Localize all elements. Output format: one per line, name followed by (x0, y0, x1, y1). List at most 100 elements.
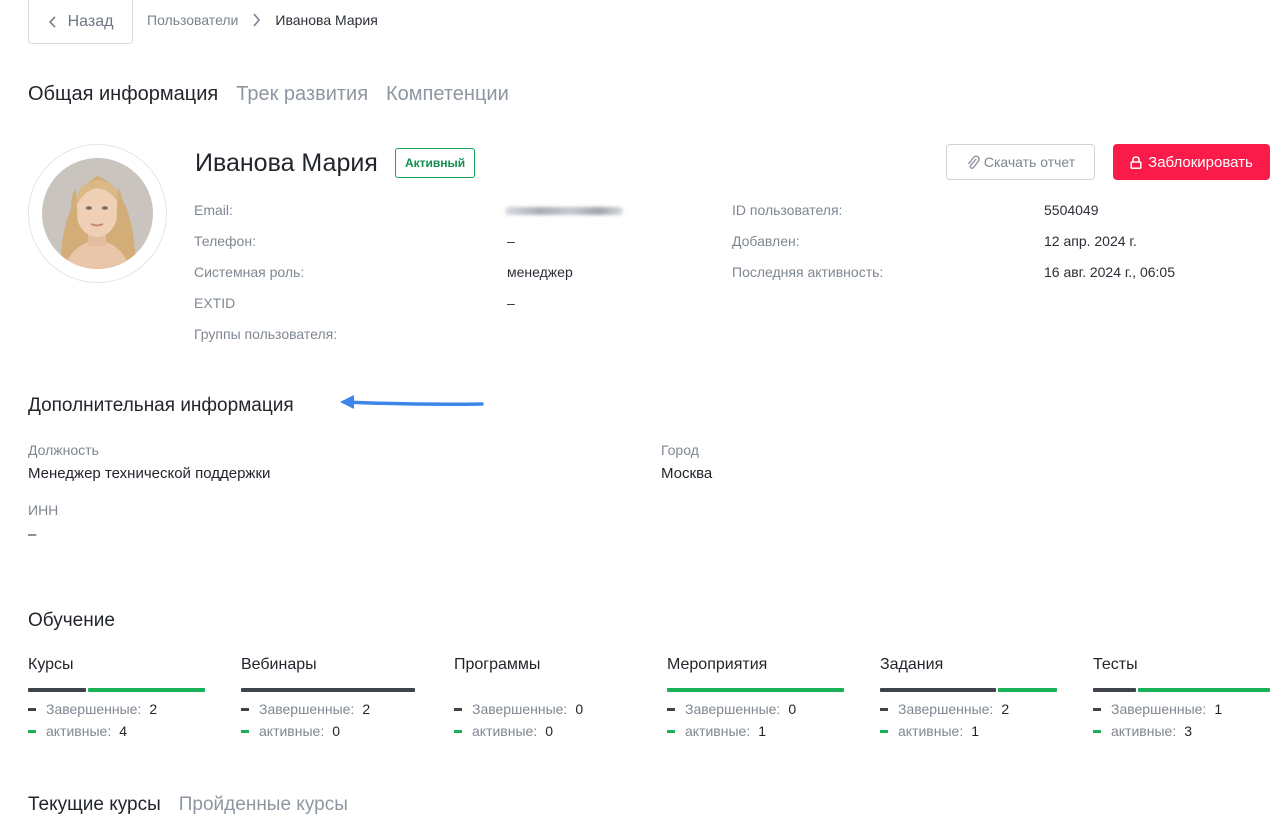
avatar-frame (28, 144, 167, 283)
stat-tests: Тесты Завершенные: 1 активные: 3 (1093, 656, 1271, 739)
tab-completed-courses[interactable]: Пройденные курсы (179, 794, 348, 816)
stat-title: Курсы (28, 656, 74, 673)
progress-bar (28, 688, 206, 692)
active-legend-marker (667, 729, 675, 733)
breadcrumb: Пользователи Иванова Мария (147, 12, 378, 28)
tab-general-info[interactable]: Общая информация (28, 83, 218, 106)
active-label: активные: (685, 723, 751, 739)
last-activity-label: Последняя активность: (732, 264, 884, 280)
profile-tabs: Общая информация Трек развития Компетенц… (28, 83, 509, 106)
stat-title: Мероприятия (667, 656, 768, 673)
back-button-label: Назад (67, 12, 114, 30)
completed-label: Завершенные: (1111, 701, 1207, 717)
lock-icon (1130, 155, 1142, 169)
system-role-label: Системная роль: (194, 264, 305, 280)
chevron-right-icon (252, 13, 261, 27)
chevron-left-icon (48, 15, 56, 28)
extid-label: EXTID (194, 295, 236, 311)
active-label: активные: (472, 723, 538, 739)
completed-label: Завершенные: (472, 701, 568, 717)
city-label: Город (661, 442, 699, 458)
block-user-label: Заблокировать (1148, 153, 1253, 171)
completed-count: 2 (362, 701, 371, 717)
inn-value: – (28, 526, 37, 543)
added-date-label: Добавлен: (732, 233, 800, 249)
tab-current-courses[interactable]: Текущие курсы (28, 794, 161, 816)
stat-title: Тесты (1093, 656, 1138, 673)
city-value: Москва (661, 465, 713, 482)
paperclip-icon (967, 155, 980, 169)
completed-label: Завершенные: (46, 701, 142, 717)
stat-assignments: Задания Завершенные: 2 активные: 1 (880, 656, 1058, 739)
download-report-button[interactable]: Скачать отчет (946, 144, 1095, 180)
completed-count: 1 (1214, 701, 1223, 717)
completed-legend-marker (241, 707, 249, 711)
active-label: активные: (1111, 723, 1177, 739)
course-tabs: Текущие курсы Пройденные курсы (28, 794, 348, 816)
active-count: 1 (758, 723, 767, 739)
progress-bar (880, 688, 1058, 692)
completed-count: 2 (149, 701, 158, 717)
last-activity-value: 16 авг. 2024 г., 06:05 (1044, 264, 1175, 280)
active-count: 3 (1184, 723, 1193, 739)
completed-legend-marker (1093, 707, 1101, 711)
stat-courses: Курсы Завершенные: 2 активные: 4 (28, 656, 206, 739)
user-name: Иванова Мария (195, 149, 378, 177)
completed-label: Завершенные: (898, 701, 994, 717)
breadcrumb-users-link[interactable]: Пользователи (147, 12, 238, 28)
stat-webinars: Вебинары Завершенные: 2 активные: 0 (241, 656, 419, 739)
active-legend-marker (880, 729, 888, 733)
completed-count: 0 (575, 701, 584, 717)
completed-label: Завершенные: (259, 701, 355, 717)
stat-title: Вебинары (241, 656, 317, 673)
active-count: 1 (971, 723, 980, 739)
stat-title: Задания (880, 656, 944, 673)
completed-legend-marker (880, 707, 888, 711)
completed-count: 0 (788, 701, 797, 717)
completed-label: Завершенные: (685, 701, 781, 717)
annotation-arrow-icon (340, 395, 484, 409)
added-date-value: 12 апр. 2024 г. (1044, 233, 1137, 249)
completed-legend-marker (28, 707, 36, 711)
extid-value: – (507, 295, 515, 311)
block-user-button[interactable]: Заблокировать (1113, 144, 1270, 180)
position-value: Менеджер технической поддержки (28, 465, 271, 482)
stat-events: Мероприятия Завершенные: 0 активные: 1 (667, 656, 845, 739)
active-count: 0 (545, 723, 554, 739)
learning-title: Обучение (28, 610, 115, 631)
active-count: 0 (332, 723, 341, 739)
download-report-label: Скачать отчет (983, 154, 1076, 170)
position-label: Должность (28, 442, 99, 458)
tab-development-track[interactable]: Трек развития (236, 83, 368, 106)
progress-bar (241, 688, 419, 692)
active-legend-marker (454, 729, 462, 733)
avatar (42, 158, 153, 269)
user-id-value: 5504049 (1044, 202, 1099, 218)
user-id-label: ID пользователя: (732, 202, 843, 218)
completed-legend-marker (454, 707, 462, 711)
active-legend-marker (28, 729, 36, 733)
progress-bar (667, 688, 845, 692)
tab-competencies[interactable]: Компетенции (386, 83, 509, 106)
system-role-value: менеджер (507, 264, 573, 280)
progress-bar (1093, 688, 1271, 692)
inn-label: ИНН (28, 502, 59, 518)
email-label: Email: (194, 202, 233, 218)
active-label: активные: (898, 723, 964, 739)
active-label: активные: (259, 723, 325, 739)
active-count: 4 (119, 723, 128, 739)
additional-info-title: Дополнительная информация (28, 395, 294, 416)
completed-legend-marker (667, 707, 675, 711)
completed-count: 2 (1001, 701, 1010, 717)
active-legend-marker (1093, 729, 1101, 733)
phone-label: Телефон: (194, 233, 256, 249)
active-label: активные: (46, 723, 112, 739)
progress-bar (454, 688, 632, 692)
email-value-redacted (505, 207, 623, 215)
back-button[interactable]: Назад (28, 0, 133, 44)
status-badge: Активный (395, 148, 476, 178)
stat-title: Программы (454, 656, 541, 673)
user-groups-label: Группы пользователя: (194, 326, 338, 342)
active-legend-marker (241, 729, 249, 733)
stat-programs: Программы Завершенные: 0 активные: 0 (454, 656, 632, 739)
